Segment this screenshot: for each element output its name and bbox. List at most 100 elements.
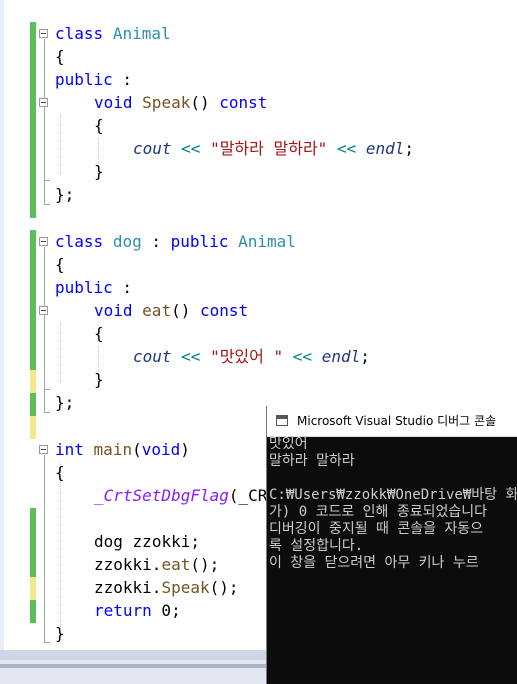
punctuation: () xyxy=(171,301,191,320)
string-literal: "맛있어 " xyxy=(210,347,284,366)
code-line[interactable]: int main(void) xyxy=(55,438,190,461)
console-line: C:₩Users₩zzokk₩OneDrive₩바탕 화 xyxy=(269,487,517,503)
keyword: int xyxy=(55,440,84,459)
operator: << xyxy=(181,139,201,158)
code-line[interactable]: class dog : public Animal xyxy=(55,230,296,253)
change-bar-unsaved xyxy=(30,416,36,439)
brace: } xyxy=(94,162,104,181)
indent-guide xyxy=(60,115,61,175)
outline-line xyxy=(44,455,45,642)
identifier: endl xyxy=(321,347,361,366)
outline-line xyxy=(44,247,45,412)
code-line[interactable]: }; xyxy=(55,183,74,206)
keyword: const xyxy=(219,93,268,112)
code-line[interactable]: { xyxy=(55,253,65,276)
code-line[interactable]: cout << "맛있어 " << endl; xyxy=(133,345,370,368)
code-line[interactable]: { xyxy=(94,114,104,137)
outline-end xyxy=(44,180,50,181)
code-line[interactable]: void Speak() const xyxy=(94,91,267,114)
code-line[interactable]: }; xyxy=(55,391,74,414)
keyword: void xyxy=(141,440,181,459)
keyword: public xyxy=(170,232,229,251)
code-line[interactable]: cout << "말하라 말하라" << endl; xyxy=(133,137,414,160)
debug-console-window[interactable]: Microsoft Visual Studio 디버그 콘솔 맛있어 말하라 말… xyxy=(266,406,517,684)
line-number-margin xyxy=(0,0,4,650)
collapse-icon[interactable] xyxy=(39,98,48,107)
console-line: 디버깅이 중지될 때 콘솔을 자동으 xyxy=(269,521,484,537)
operator: << xyxy=(336,139,357,158)
console-line: 가) 0 코드로 인해 종료되었습니다 xyxy=(269,504,488,520)
keyword: void xyxy=(94,93,133,112)
change-bar-saved xyxy=(30,600,36,623)
outline-end xyxy=(44,642,50,643)
brace: { xyxy=(55,47,65,66)
access-specifier: public xyxy=(55,70,113,89)
string-literal: "말하라 말하라" xyxy=(210,139,328,158)
code-line[interactable]: class Animal xyxy=(55,22,171,45)
method-name: Speak xyxy=(161,578,210,597)
punctuation: (); xyxy=(209,578,239,597)
keyword: void xyxy=(94,301,133,320)
brace: }; xyxy=(55,393,75,412)
punctuation: ( xyxy=(132,440,142,459)
collapse-icon[interactable] xyxy=(39,306,48,315)
code-line[interactable]: } xyxy=(94,368,104,391)
identifier: cout xyxy=(133,139,172,158)
code-line[interactable]: } xyxy=(55,622,65,645)
brace: } xyxy=(55,624,65,643)
variable-name: zzokki xyxy=(132,532,191,551)
code-line[interactable]: { xyxy=(55,45,65,68)
brace: { xyxy=(94,324,104,343)
indent-guide xyxy=(60,462,61,627)
punctuation: (_CR xyxy=(228,486,268,505)
collapse-icon[interactable] xyxy=(39,445,48,454)
console-titlebar[interactable]: Microsoft Visual Studio 디버그 콘솔 xyxy=(267,406,517,437)
brace: { xyxy=(94,116,104,135)
change-bar-saved xyxy=(30,508,36,577)
code-line[interactable]: { xyxy=(94,322,104,345)
method-name: eat xyxy=(142,301,172,320)
class-name: Animal xyxy=(238,232,296,251)
operator: << xyxy=(292,347,313,366)
code-line[interactable]: void eat() const xyxy=(94,299,248,322)
code-line[interactable]: _CrtSetDbgFlag(_CR xyxy=(94,484,267,507)
brace: { xyxy=(55,255,65,274)
punctuation: : xyxy=(112,278,133,297)
punctuation: : xyxy=(112,70,133,89)
code-line[interactable]: return 0; xyxy=(94,599,181,622)
keyword: class xyxy=(55,232,104,251)
method-name: eat xyxy=(161,555,191,574)
literal: 0; xyxy=(151,601,181,620)
brace: }; xyxy=(55,185,75,204)
change-bar-unsaved xyxy=(30,577,36,600)
outline-end xyxy=(44,412,50,413)
type-name: dog xyxy=(94,532,123,551)
punctuation: ; xyxy=(190,532,200,551)
class-name: dog xyxy=(112,232,142,251)
function-name: main xyxy=(93,440,133,459)
access-specifier: public xyxy=(55,278,113,297)
console-title: Microsoft Visual Studio 디버그 콘솔 xyxy=(297,414,497,428)
collapse-icon[interactable] xyxy=(39,29,48,38)
console-line: 이 창을 닫으려면 아무 키나 누르 xyxy=(269,555,479,571)
code-line[interactable]: dog zzokki; xyxy=(94,530,200,553)
collapse-icon[interactable] xyxy=(39,237,48,246)
code-line[interactable]: zzokki.Speak(); xyxy=(94,576,239,599)
code-line[interactable]: zzokki.eat(); xyxy=(94,553,219,576)
console-line: 록 설정합니다. xyxy=(269,538,364,554)
identifier: cout xyxy=(133,347,172,366)
code-line[interactable]: public : xyxy=(55,276,132,299)
code-line[interactable]: public : xyxy=(55,68,132,91)
change-bar-unsaved xyxy=(30,370,36,393)
code-line[interactable]: } xyxy=(94,160,104,183)
keyword: return xyxy=(94,601,152,620)
punctuation: (); xyxy=(190,555,220,574)
outline-end xyxy=(44,204,50,205)
method-name: Speak xyxy=(142,93,191,112)
code-line[interactable]: { xyxy=(55,461,65,484)
punctuation: ; xyxy=(360,347,370,366)
change-bar-saved xyxy=(30,22,36,218)
punctuation: : xyxy=(141,232,171,251)
console-output[interactable]: 맛있어 말하라 말하라 C:₩Users₩zzokk₩OneDrive₩바탕 화… xyxy=(269,436,517,684)
